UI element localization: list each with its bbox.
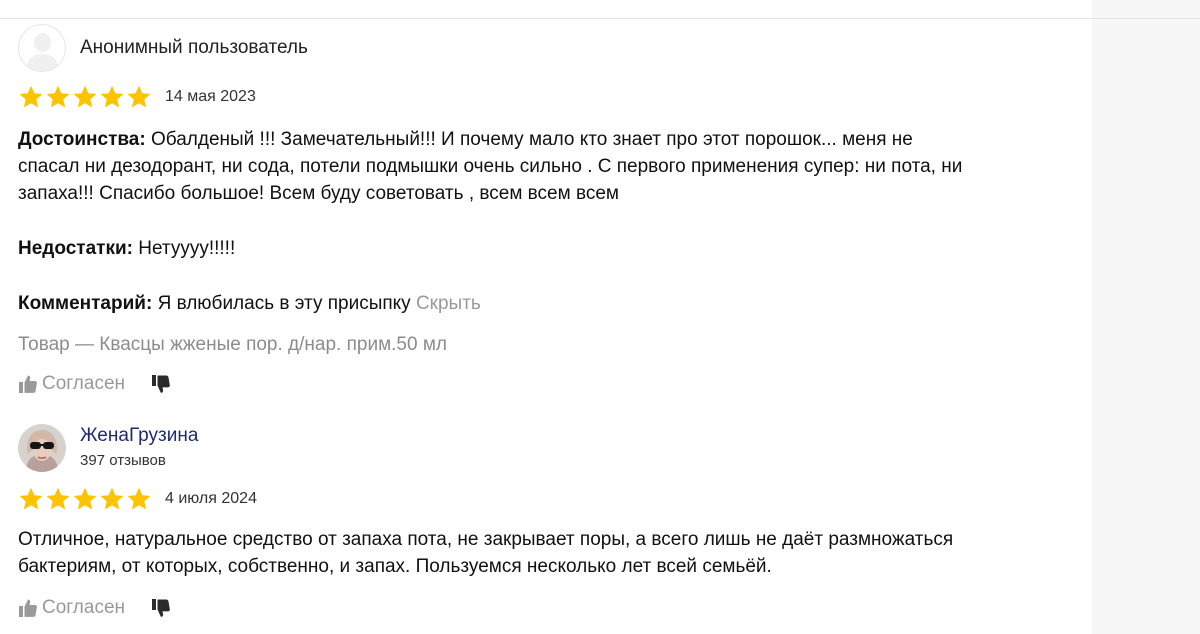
review-author: ЖенаГрузина 397 отзывов [18,422,1088,474]
star-icon [127,85,151,108]
cons-label: Недостатки: [18,238,133,259]
star-icon [19,85,43,108]
review-actions: Согласен [18,594,1088,622]
star-rating [18,84,153,110]
review-cons: Недостатки: Нетуууу!!!!! [18,235,1088,262]
comment-text: Я влюбилась в эту присыпку [157,293,411,314]
pros-text-line: запаха!!! Спасибо большое! Всем буду сов… [18,183,619,204]
review-text: Отличное, натуральное средство от запаха… [18,526,1088,580]
review-text-line: Отличное, натуральное средство от запаха… [18,529,954,550]
star-rating [18,486,153,512]
author-name: Анонимный пользователь [80,37,308,58]
star-icon [100,85,124,108]
agree-button[interactable]: Согласен [18,373,125,395]
avatar-placeholder-icon [18,24,66,72]
author-review-count: 397 отзывов [80,452,166,469]
pros-text-line: спасал ни дезодорант, ни сода, потели по… [18,156,963,177]
right-sidebar-background [1092,0,1200,634]
user-avatar-icon [18,424,66,472]
rating-row: 4 июля 2024 [18,484,1088,514]
pros-text-line: Обалденый !!! Замечательный!!! И почему … [150,129,913,150]
review-date: 4 июля 2024 [165,490,257,507]
star-icon [46,85,70,108]
review-text-line: бактериям, от которых, собственно, и зап… [18,556,772,577]
top-divider [0,18,1200,19]
avatar[interactable] [18,424,66,472]
star-icon [127,487,151,510]
pros-label: Достоинства: [18,129,146,150]
thumbs-down-icon[interactable] [151,374,171,394]
star-icon [19,487,43,510]
review-author: Анонимный пользователь [18,22,1088,74]
agree-label: Согласен [42,597,126,618]
rating-row: 14 мая 2023 [18,82,1088,112]
thumbs-up-icon [19,375,37,393]
comment-label: Комментарий: [18,293,153,314]
review-actions: Согласен [18,370,1088,398]
star-icon [46,487,70,510]
agree-button[interactable]: Согласен [18,597,125,619]
product-info[interactable]: Товар — Квасцы жженые пор. д/нар. прим.5… [18,331,1088,358]
star-icon [73,487,97,510]
agree-label: Согласен [42,373,126,394]
author-name-link[interactable]: ЖенаГрузина [80,425,198,447]
review-comment: Комментарий: Я влюбилась в эту присыпку … [18,290,1088,317]
review-card: ЖенаГрузина 397 отзывов 4 июля 2024 Отли… [18,422,1088,622]
review-pros: Достоинства: Обалденый !!! Замечательный… [18,126,1088,207]
hide-link[interactable]: Скрыть [416,293,481,314]
thumbs-up-icon [19,599,37,617]
thumbs-down-icon[interactable] [151,598,171,618]
cons-text: Нетуууу!!!!! [138,238,236,259]
star-icon [100,487,124,510]
review-card: Анонимный пользователь 14 мая 2023 Досто… [18,22,1088,398]
star-icon [73,85,97,108]
review-date: 14 мая 2023 [165,88,256,105]
